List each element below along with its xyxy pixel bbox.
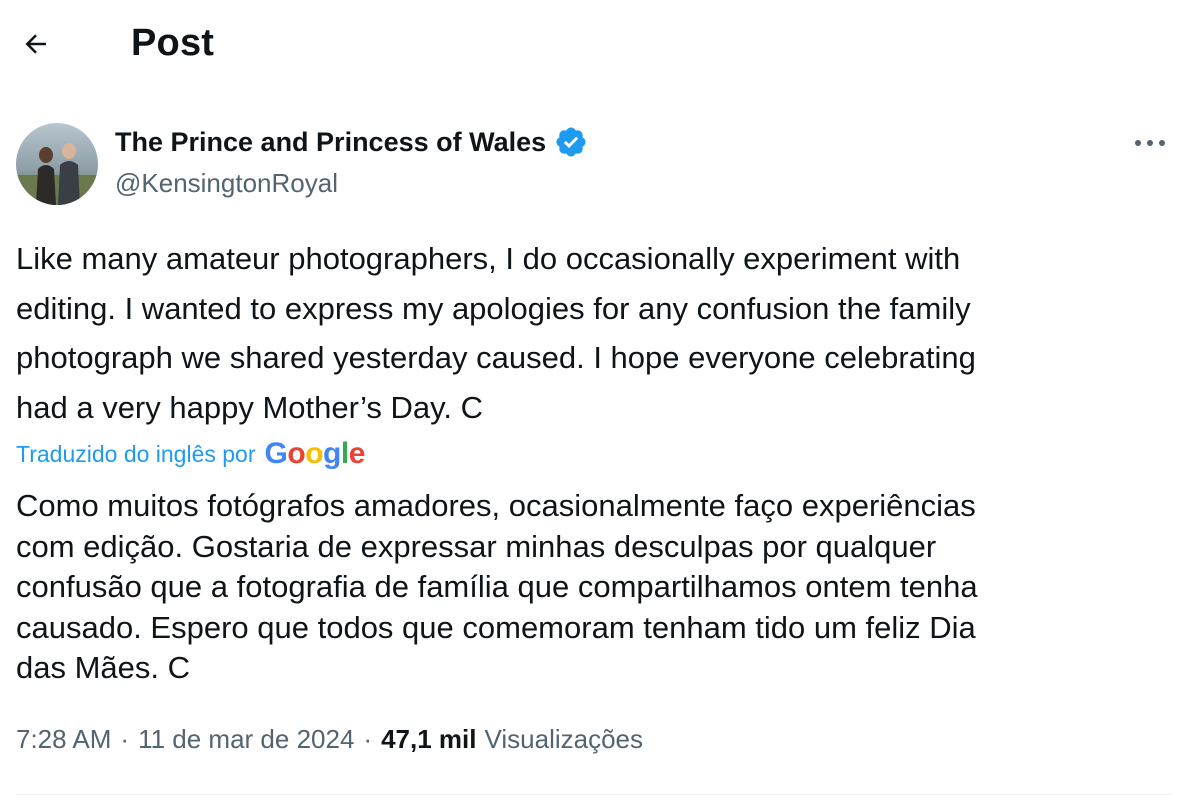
translation-attribution[interactable]: Traduzido do inglês por Google xyxy=(16,437,365,471)
views-count: 47,1 mil xyxy=(381,724,477,754)
post-text: Like many amateur photographers, I do oc… xyxy=(16,241,976,425)
post-page: Post The Prince and Princess of Wales @K… xyxy=(0,0,1200,800)
author-handle[interactable]: @KensingtonRoyal xyxy=(115,168,338,199)
meta-separator: · xyxy=(363,724,373,754)
meta-separator: · xyxy=(120,724,130,754)
google-logo: Google xyxy=(264,437,366,470)
page-title: Post xyxy=(131,22,215,64)
arrow-left-icon xyxy=(21,29,51,64)
top-header: Post xyxy=(0,0,1200,90)
post-meta: 7:28 AM · 11 de mar de 2024 · 47,1 mil V… xyxy=(16,724,643,755)
translation-label: Traduzido do inglês por xyxy=(16,440,256,467)
author-name-label: The Prince and Princess of Wales xyxy=(115,126,547,157)
avatar[interactable] xyxy=(16,123,98,205)
post-time[interactable]: 7:28 AM xyxy=(16,724,111,755)
more-horizontal-icon xyxy=(1133,135,1167,153)
verified-badge-icon[interactable] xyxy=(554,125,588,159)
post-date[interactable]: 11 de mar de 2024 xyxy=(138,724,354,755)
translated-post-text: Como muitos fotógrafos amadores, ocasion… xyxy=(16,488,978,685)
back-button[interactable] xyxy=(14,24,58,68)
divider xyxy=(16,794,1172,795)
views-label: Visualizações xyxy=(484,724,644,754)
author-name[interactable]: The Prince and Princess of Wales xyxy=(115,125,588,159)
more-options-button[interactable] xyxy=(1130,126,1170,162)
